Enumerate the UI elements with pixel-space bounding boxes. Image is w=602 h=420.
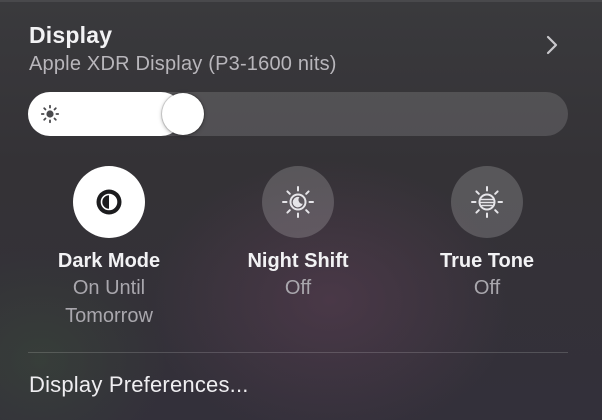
display-subtitle: Apple XDR Display (P3-1600 nits) bbox=[29, 53, 337, 75]
brightness-slider[interactable] bbox=[28, 92, 568, 136]
brightness-slider-knob[interactable] bbox=[162, 93, 204, 135]
night-shift-status: Off bbox=[284, 277, 312, 299]
toggle-dark-mode: Dark Mode On Until Tomorrow bbox=[14, 166, 204, 330]
night-shift-label: Night Shift bbox=[247, 250, 349, 272]
toggle-true-tone: True Tone Off bbox=[392, 166, 582, 302]
display-header[interactable]: Display Apple XDR Display (P3-1600 nits) bbox=[29, 20, 572, 77]
chevron-right-icon[interactable] bbox=[544, 34, 560, 56]
dark-mode-icon bbox=[96, 189, 122, 215]
panel-top-edge bbox=[0, 0, 602, 2]
divider bbox=[28, 352, 568, 353]
display-title: Display bbox=[29, 22, 113, 48]
night-shift-button[interactable] bbox=[262, 166, 334, 238]
dark-mode-label: Dark Mode bbox=[57, 250, 161, 272]
dark-mode-button[interactable] bbox=[73, 166, 145, 238]
toggle-night-shift: Night Shift Off bbox=[203, 166, 393, 302]
true-tone-status: Off bbox=[473, 277, 501, 299]
true-tone-button[interactable] bbox=[451, 166, 523, 238]
true-tone-icon bbox=[471, 186, 503, 218]
true-tone-label: True Tone bbox=[439, 250, 535, 272]
sun-icon bbox=[40, 104, 60, 124]
night-shift-icon bbox=[282, 186, 314, 218]
display-control-panel: Display Apple XDR Display (P3-1600 nits) bbox=[0, 0, 602, 420]
display-preferences-link[interactable]: Display Preferences... bbox=[29, 370, 249, 400]
dark-mode-status: On Until Tomorrow bbox=[65, 277, 153, 327]
